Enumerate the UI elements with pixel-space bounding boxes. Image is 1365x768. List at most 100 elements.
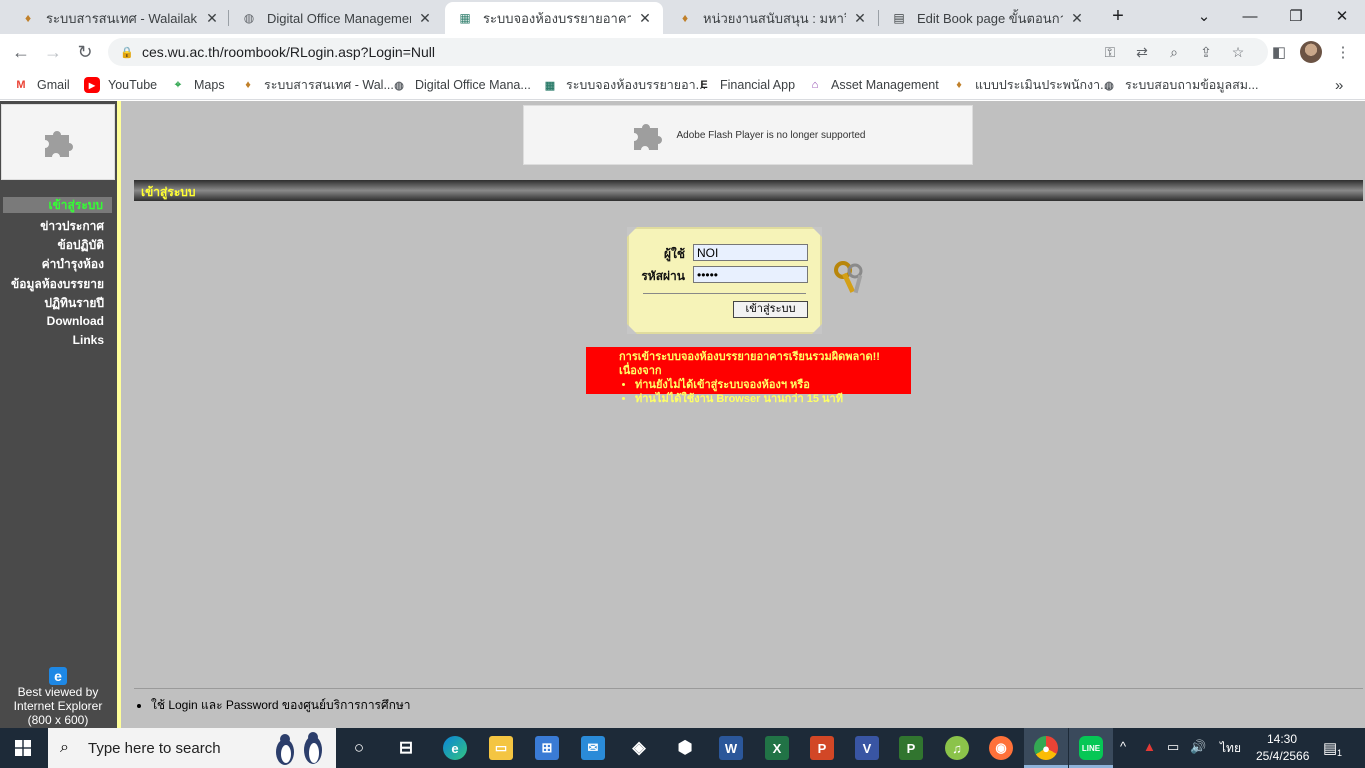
browser-note-line2: Internet Explorer — [13, 699, 103, 713]
reload-button[interactable]: ↻ — [72, 39, 98, 65]
excel-icon[interactable]: X — [765, 736, 789, 760]
tab-roombook[interactable]: ▦ ระบบจองห้องบรรยายอาคารเรียนร ✕ — [445, 2, 663, 34]
menu-item-links[interactable]: Links — [73, 333, 104, 347]
profile-avatar[interactable] — [1300, 41, 1322, 63]
puzzle-piece-icon — [45, 131, 73, 157]
tray-app-icon[interactable]: ▲ — [1143, 739, 1156, 754]
more-bookmarks-button[interactable]: » — [1335, 76, 1343, 94]
input-language[interactable]: ไทย — [1220, 739, 1241, 758]
login-error-message: การเข้าระบบจองห้องบรรยายอาคารเรียนรวมผิด… — [586, 347, 911, 405]
network-icon[interactable]: ▭ — [1167, 739, 1179, 755]
store-icon[interactable]: ⊞ — [535, 736, 559, 760]
bookmark-maps[interactable]: ⌖ Maps — [170, 76, 225, 94]
close-tab-icon[interactable]: ✕ — [1069, 10, 1085, 27]
widgets-icon[interactable]: ⊟ — [394, 736, 418, 760]
password-field[interactable] — [693, 266, 808, 283]
windows-logo-icon — [15, 740, 31, 756]
music-icon[interactable]: ♫ — [945, 736, 969, 760]
zoom-icon[interactable]: ⌕ — [1164, 44, 1184, 60]
start-button[interactable] — [0, 728, 46, 768]
menu-item-rules[interactable]: ข้อปฏิบัติ — [58, 236, 105, 255]
remote-icon[interactable]: ◈ — [627, 736, 651, 760]
close-tab-icon[interactable]: ✕ — [637, 10, 653, 27]
minimize-button[interactable]: — — [1227, 0, 1273, 32]
login-button[interactable]: เข้าสู่ระบบ — [733, 301, 808, 318]
lock-icon: 🔒 — [120, 46, 134, 59]
edge-icon[interactable]: e — [443, 736, 467, 760]
system-clock[interactable]: 14:30 25/4/2566 — [1256, 731, 1309, 765]
tab-title: หน่วยงานสนับสนุน : มหาวิทยาลัย — [703, 10, 846, 26]
bookmark-financial-app[interactable]: E Financial App — [696, 76, 795, 94]
left-navigation: เข้าสู่ระบบ ข่าวประกาศ ข้อปฏิบัติ ค่าบำร… — [0, 101, 117, 728]
chevron-up-icon[interactable]: ^ — [1120, 739, 1126, 754]
restore-button[interactable]: ❐ — [1273, 0, 1319, 32]
word-icon[interactable]: W — [719, 736, 743, 760]
bookmark-inquiry[interactable]: ◍ ระบบสอบถามข้อมูลสม... — [1101, 76, 1258, 94]
tab-edit-book[interactable]: ▤ Edit Book page ขั้นตอนการปฏิ ✕ — [879, 2, 1095, 34]
tab-walailak-info[interactable]: ♦ ระบบสารสนเทศ - Walailak Univ ✕ — [8, 2, 230, 34]
firefox-icon[interactable]: ◉ — [989, 736, 1013, 760]
key-icon[interactable]: ⚿ — [1100, 44, 1120, 60]
side-panel-button[interactable]: ◧ — [1268, 41, 1290, 63]
chrome-icon[interactable]: ● — [1034, 736, 1058, 760]
app-icon[interactable]: ⬢ — [673, 736, 697, 760]
bookmark-asset-management[interactable]: ⌂ Asset Management — [807, 76, 939, 94]
volume-icon[interactable]: 🔊 — [1190, 739, 1206, 755]
task-view-icon[interactable]: ○ — [347, 736, 371, 760]
translate-icon[interactable]: ⇄ — [1132, 44, 1152, 60]
internet-explorer-icon: e — [49, 667, 67, 685]
username-field[interactable] — [693, 244, 808, 261]
tab-title: Edit Book page ขั้นตอนการปฏิ — [917, 10, 1063, 26]
menu-button[interactable]: ⋮ — [1332, 41, 1354, 63]
globe-icon: ◍ — [394, 79, 404, 92]
bookmark-label: Maps — [194, 78, 225, 92]
footer-divider — [134, 688, 1363, 689]
menu-item-download[interactable]: Download — [47, 314, 104, 328]
bookmark-label: ระบบสารสนเทศ - Wal... — [264, 78, 394, 92]
powerpoint-icon[interactable]: P — [810, 736, 834, 760]
tab-search-button[interactable]: ⌄ — [1181, 0, 1227, 32]
bookmark-label: YouTube — [108, 78, 158, 92]
project-icon[interactable]: P — [899, 736, 923, 760]
tab-support-unit[interactable]: ♦ หน่วยงานสนับสนุน : มหาวิทยาลัย ✕ — [665, 2, 878, 34]
close-tab-icon[interactable]: ✕ — [417, 10, 433, 27]
close-window-button[interactable]: ✕ — [1319, 0, 1365, 32]
bookmark-label: ระบบสอบถามข้อมูลสม... — [1125, 78, 1259, 92]
notification-icon[interactable]: ▤ — [1323, 739, 1337, 757]
close-tab-icon[interactable]: ✕ — [852, 10, 868, 27]
bookmark-gmail[interactable]: M Gmail — [13, 76, 69, 94]
youtube-icon: ▶ — [84, 77, 100, 93]
browser-tab-bar: ♦ ระบบสารสนเทศ - Walailak Univ ✕ ◍ Digit… — [0, 0, 1365, 34]
error-heading: การเข้าระบบจองห้องบรรยายอาคารเรียนรวมผิด… — [619, 351, 880, 377]
chevron-down-icon: ⌄ — [1197, 8, 1211, 25]
penguins-illustration-icon — [276, 732, 322, 765]
double-chevron-right-icon: » — [1335, 76, 1344, 94]
error-reason: ท่านไม่ได้ใช้งาน Browser นานกว่า 15 นาที — [635, 392, 911, 406]
share-icon[interactable]: ⇪ — [1196, 44, 1216, 60]
menu-item-room-info[interactable]: ข้อมูลห้องบรรยาย — [11, 275, 104, 294]
visio-icon[interactable]: V — [855, 736, 879, 760]
menu-item-news[interactable]: ข่าวประกาศ — [40, 217, 104, 236]
form-corner — [812, 324, 822, 334]
bookmark-evaluation[interactable]: ♦ แบบประเมินประพนักงา... — [951, 76, 1110, 94]
building-icon: ▦ — [544, 79, 556, 92]
line-icon[interactable]: LINE — [1079, 736, 1103, 760]
menu-item-annual-calendar[interactable]: ปฏิทินรายปี — [44, 294, 104, 313]
back-button[interactable]: ← — [8, 39, 34, 65]
menu-item-login[interactable]: เข้าสู่ระบบ — [3, 197, 112, 213]
menu-item-room-fees[interactable]: ค่าบำรุงห้อง — [42, 255, 104, 274]
university-seal-icon: ♦ — [245, 79, 251, 91]
address-bar[interactable]: 🔒 ces.wu.ac.th/roombook/RLogin.asp?Login… — [108, 38, 1268, 66]
forward-button[interactable]: → — [40, 39, 66, 65]
mail-icon[interactable]: ✉ — [581, 736, 605, 760]
close-tab-icon[interactable]: ✕ — [204, 10, 220, 27]
bookmark-digital-office[interactable]: ◍ Digital Office Mana... — [391, 76, 531, 94]
tab-digital-office[interactable]: ◍ Digital Office Management S ✕ — [229, 2, 443, 34]
bookmark-roombook[interactable]: ▦ ระบบจองห้องบรรยายอา... — [542, 76, 706, 94]
search-icon: ⌕ — [60, 739, 69, 756]
new-tab-button[interactable]: + — [1095, 0, 1141, 32]
file-explorer-icon[interactable]: ▭ — [489, 736, 513, 760]
bookmark-star-icon[interactable]: ☆ — [1228, 44, 1248, 60]
bookmark-walailak-info[interactable]: ♦ ระบบสารสนเทศ - Wal... — [240, 76, 394, 94]
bookmark-youtube[interactable]: ▶ YouTube — [84, 76, 157, 94]
